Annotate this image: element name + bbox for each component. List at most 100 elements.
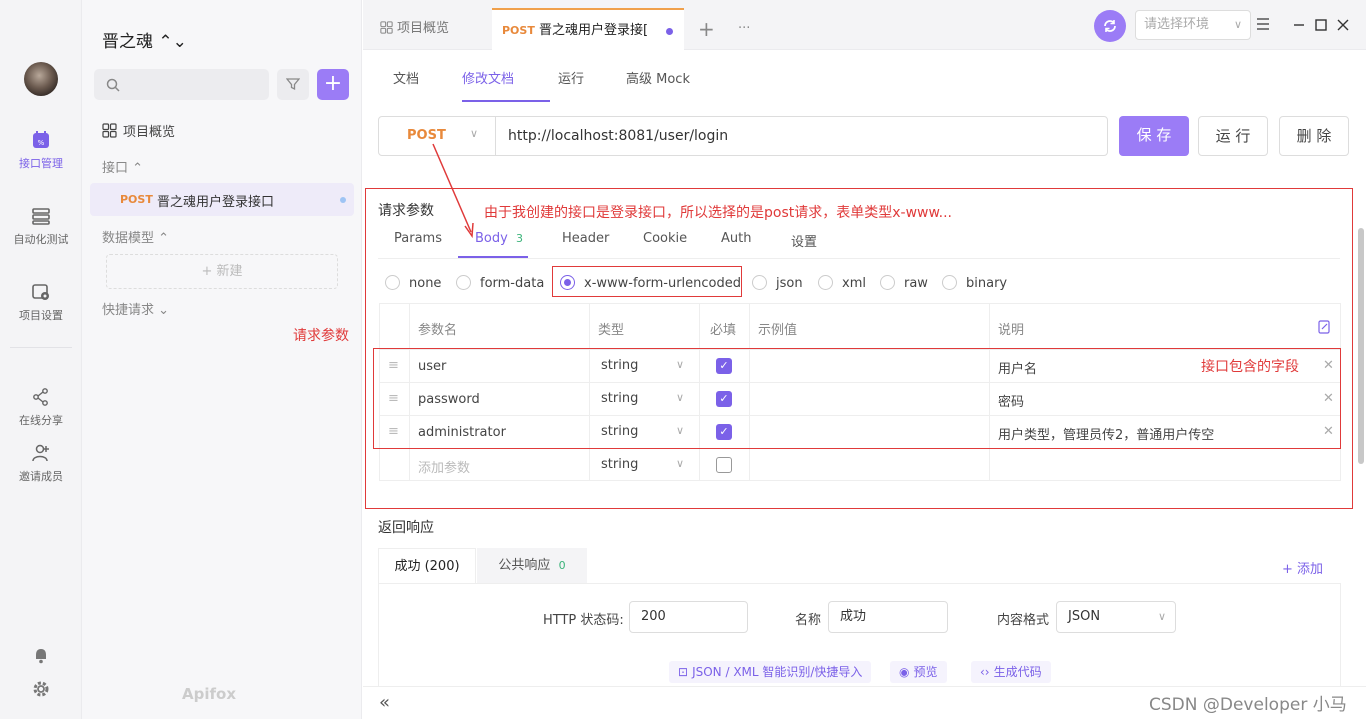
ptab-body[interactable]: Body 3 xyxy=(475,231,523,246)
method-badge: POST xyxy=(120,193,153,206)
search-input[interactable] xyxy=(94,69,269,100)
tab-bar: 项目概览 POST 晋之魂用户登录接[ + ··· 请选择环境 ∨ xyxy=(363,0,1366,50)
ptab-header[interactable]: Header xyxy=(562,231,609,246)
tab-label: 项目概览 xyxy=(397,21,450,36)
grid-icon xyxy=(380,21,393,34)
radio-none[interactable]: none xyxy=(385,275,441,291)
api-management-icon: % xyxy=(33,131,49,148)
name-input[interactable]: 成功 xyxy=(828,601,948,633)
invite-member-icon xyxy=(32,444,49,462)
avatar[interactable] xyxy=(24,62,58,96)
tab-active-api[interactable]: POST 晋之魂用户登录接[ xyxy=(492,8,684,50)
rail-item-automated-test[interactable]: 自动化测试 xyxy=(0,206,82,247)
chevron-down-icon: ∨ xyxy=(470,127,479,140)
add-response-button[interactable]: + 添加 xyxy=(1282,558,1323,577)
delete-button[interactable]: 删 除 xyxy=(1279,116,1349,156)
smart-import-link[interactable]: ⊡ JSON / XML 智能识别/快捷导入 xyxy=(669,661,872,683)
save-button[interactable]: 保 存 xyxy=(1119,116,1189,156)
format-select[interactable]: JSON ∨ xyxy=(1056,601,1176,633)
rail-item-share[interactable]: 在线分享 xyxy=(0,387,82,428)
tab-label: 公共响应 xyxy=(498,558,551,573)
link-label: 生成代码 xyxy=(993,665,1042,679)
radio-label: none xyxy=(409,276,442,291)
sidebar-section-quick[interactable]: 快捷请求 ⌄ xyxy=(102,299,169,318)
rail-item-api-management[interactable]: % 接口管理 xyxy=(0,130,82,171)
bell-icon[interactable] xyxy=(32,647,50,665)
project-switcher[interactable]: 晋之魂 ⌃⌄ xyxy=(102,27,187,52)
new-model-button[interactable]: + 新建 xyxy=(106,254,338,289)
radio-label: binary xyxy=(966,276,1008,291)
annotation-left: 请求参数 xyxy=(293,328,349,344)
ptab-underline xyxy=(458,256,528,258)
ptab-settings[interactable]: 设置 xyxy=(791,231,817,250)
generate-code-link[interactable]: ‹› 生成代码 xyxy=(971,661,1051,683)
annotation-fields-box xyxy=(373,348,1341,449)
sidebar-section-models[interactable]: 数据模型 ⌃ xyxy=(102,227,169,246)
ptab-label: Body xyxy=(475,231,508,246)
grid-icon xyxy=(102,123,117,138)
scrollbar[interactable] xyxy=(1358,228,1364,464)
rail-item-invite[interactable]: 邀请成员 xyxy=(0,443,82,484)
code-icon: ‹› xyxy=(980,665,990,679)
menu-icon[interactable] xyxy=(1255,17,1271,31)
add-button[interactable]: + xyxy=(317,69,349,100)
new-tab-button[interactable]: + xyxy=(698,8,715,50)
minimize-icon[interactable] xyxy=(1292,18,1306,32)
radio-binary[interactable]: binary xyxy=(942,275,1007,291)
subtab-edit-doc[interactable]: 修改文档 xyxy=(462,68,514,87)
maximize-icon[interactable] xyxy=(1314,18,1328,32)
annotation-arrow xyxy=(432,143,474,239)
radio-label: raw xyxy=(904,276,928,291)
bulk-edit-icon[interactable] xyxy=(1318,320,1331,334)
rail-label: 在线分享 xyxy=(19,414,63,427)
nav-rail: % 接口管理 自动化测试 项目设置 在线分享 邀请成员 xyxy=(0,0,82,719)
required-checkbox[interactable] xyxy=(716,457,732,473)
eye-icon: ◉ xyxy=(899,665,910,679)
collapse-sidebar-button[interactable]: « xyxy=(379,692,390,713)
radio-json[interactable]: json xyxy=(752,275,803,291)
tab-response-common[interactable]: 公共响应 0 xyxy=(477,548,587,584)
preview-link[interactable]: ◉ 预览 xyxy=(890,661,947,683)
sidebar-item-overview[interactable]: 项目概览 xyxy=(102,121,175,140)
close-icon[interactable] xyxy=(1336,18,1350,32)
sidebar-item-api[interactable]: POST 晋之魂用户登录接口 xyxy=(90,183,354,216)
status-input[interactable]: 200 xyxy=(629,601,748,633)
env-sync-button[interactable] xyxy=(1094,10,1126,42)
ptab-params[interactable]: Params xyxy=(394,231,442,246)
radio-raw[interactable]: raw xyxy=(880,275,928,291)
run-button[interactable]: 运 行 xyxy=(1198,116,1268,156)
col-header-required: 必填 xyxy=(710,323,737,338)
search-icon xyxy=(106,78,120,92)
filter-button[interactable] xyxy=(277,69,309,100)
subtab-doc[interactable]: 文档 xyxy=(393,68,419,87)
add-param-input[interactable]: 添加参数 xyxy=(418,457,470,476)
sidebar-section-api[interactable]: 接口 ⌃ xyxy=(102,157,143,176)
link-label: 预览 xyxy=(913,665,938,679)
subtab-mock[interactable]: 高级 Mock xyxy=(626,68,690,87)
annotation-fields: 接口包含的字段 xyxy=(1201,359,1299,375)
chevron-down-icon: ∨ xyxy=(1157,610,1166,623)
env-select[interactable]: 请选择环境 ∨ xyxy=(1135,10,1251,40)
url-input[interactable]: http://localhost:8081/user/login xyxy=(508,128,728,144)
radio-form-data[interactable]: form-data xyxy=(456,275,544,291)
apifox-logo: Apifox xyxy=(182,685,236,703)
col-header-name: 参数名 xyxy=(418,323,458,338)
automated-test-icon xyxy=(32,208,50,225)
ptab-cookie[interactable]: Cookie xyxy=(643,231,687,246)
radio-xml[interactable]: xml xyxy=(818,275,866,291)
rail-item-project-settings[interactable]: 项目设置 xyxy=(0,282,82,323)
method-select[interactable]: POST xyxy=(407,128,446,143)
tab-response-success[interactable]: 成功 (200) xyxy=(378,548,476,584)
ptab-auth[interactable]: Auth xyxy=(721,231,751,246)
subtab-run[interactable]: 运行 xyxy=(558,68,584,87)
more-tabs-button[interactable]: ··· xyxy=(738,8,750,50)
tab-overview[interactable]: 项目概览 xyxy=(380,8,449,50)
gear-icon[interactable] xyxy=(32,680,50,698)
sidebar: 晋之魂 ⌃⌄ + 项目概览 接口 ⌃ POST 晋之魂用户登录接口 数据模型 ⌃… xyxy=(82,0,362,719)
import-icon: ⊡ xyxy=(678,665,689,679)
radio-label: xml xyxy=(842,276,866,291)
main-area: 项目概览 POST 晋之魂用户登录接[ + ··· 请选择环境 ∨ 文档 修改文… xyxy=(293,0,1366,719)
param-type[interactable]: string xyxy=(601,457,638,472)
unsaved-dot xyxy=(340,197,346,203)
format-value: JSON xyxy=(1068,609,1101,624)
